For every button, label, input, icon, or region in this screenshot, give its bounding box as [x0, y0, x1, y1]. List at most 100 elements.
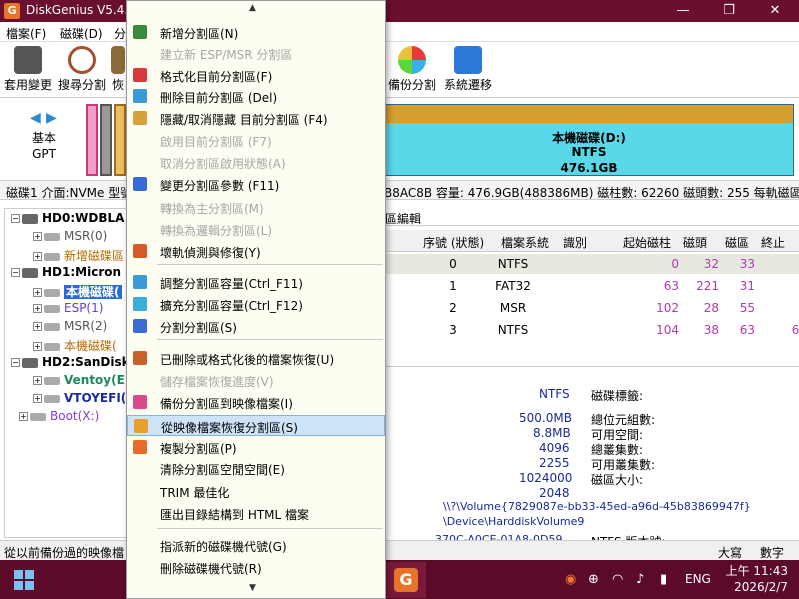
menu-item[interactable]: 擴充分割區容量(Ctrl_F12) [127, 294, 385, 315]
volume-icon[interactable]: ♪ [636, 572, 644, 587]
record-icon[interactable]: ◉ [565, 572, 576, 587]
expand-toggle-icon[interactable]: + [33, 304, 42, 313]
tree-partition-node[interactable]: + 新增磁碟區 [33, 247, 124, 264]
partition-block-main[interactable]: 本機磁碟(D:) NTFS 476.1GB [384, 104, 794, 176]
column-header[interactable]: 起始磁柱 [623, 234, 671, 251]
menu-item[interactable]: 備份分割區到映像檔案(I) [127, 392, 385, 413]
menu-item[interactable]: 變更分割區參數 (F11) [127, 174, 385, 195]
menu-item[interactable]: 建立新 ESP/MSR 分割區 [127, 43, 385, 64]
table-row[interactable]: 1 FAT32 63 221 31 [383, 276, 799, 296]
menu-item[interactable]: 轉換為主分割區(M) [127, 197, 385, 218]
tree-partition-node[interactable]: + MSR(0) [33, 229, 107, 243]
partition-name: 本機磁碟(D:) [552, 131, 626, 145]
expand-toggle-icon[interactable]: − [11, 214, 20, 223]
menu-item[interactable]: 儲存檔案恢復進度(V) [127, 370, 385, 391]
detail-fs-value: NTFS [539, 387, 570, 401]
menu-item[interactable]: TRIM 最佳化 [127, 481, 385, 502]
table-row[interactable]: 3 NTFS 104 38 63 62 [383, 320, 799, 340]
search-partition-button[interactable]: 搜尋分割 [52, 46, 112, 93]
tab-partition-edit[interactable]: 區編輯 [383, 206, 799, 226]
tree-partition-node[interactable]: + Boot(X:) [19, 409, 99, 423]
next-disk-icon[interactable]: ▶ [46, 110, 57, 126]
menu-separator [157, 264, 383, 265]
partition-block-other[interactable] [114, 104, 126, 176]
column-header[interactable]: 磁區 [725, 234, 749, 251]
menu-item[interactable]: 取消分割區啟用狀態(A) [127, 152, 385, 173]
partition-icon [44, 322, 60, 331]
menu-item[interactable]: 刪除磁碟機代號(R) [127, 557, 385, 578]
expand-toggle-icon[interactable]: + [33, 252, 42, 261]
menu-item[interactable]: 轉換為邏輯分割區(L) [127, 219, 385, 240]
expand-toggle-icon[interactable]: − [11, 358, 20, 367]
expand-toggle-icon[interactable]: + [19, 412, 28, 421]
menu-item-icon [134, 419, 148, 433]
partition-block-esp[interactable] [86, 104, 98, 176]
minimize-button[interactable]: — [660, 0, 706, 22]
search-partition-label: 搜尋分割 [57, 78, 106, 92]
menu-disk[interactable]: 磁碟(D) [60, 25, 103, 42]
start-button[interactable] [14, 570, 34, 590]
menu-item[interactable]: 指派新的磁碟機代號(G) [127, 535, 385, 556]
menu-item[interactable]: 分割分割區(S) [127, 316, 385, 337]
restore-button[interactable]: 恢 [108, 46, 128, 93]
menu-item-label: 指派新的磁碟機代號(G) [160, 540, 287, 554]
menu-file[interactable]: 檔案(F) [6, 25, 46, 42]
menu-item[interactable]: 刪除目前分割區 (Del) [127, 86, 385, 107]
menu-item[interactable]: 清除分割區空閒空間(E) [127, 458, 385, 479]
tree-partition-node[interactable]: + ESP(1) [33, 301, 103, 315]
expand-toggle-icon[interactable]: + [33, 232, 42, 241]
tree-partition-node[interactable]: + 本機磁碟( [33, 283, 122, 300]
menu-item[interactable]: 新增分割區(N) [127, 22, 385, 43]
partition-block-msr[interactable] [100, 104, 112, 176]
expand-toggle-icon[interactable]: + [33, 394, 42, 403]
tree-partition-node[interactable]: + VTOYEFI( [33, 391, 126, 405]
backup-partition-button[interactable]: 備份分割 [382, 46, 442, 93]
language-indicator[interactable]: ENG [685, 572, 711, 586]
expand-toggle-icon[interactable]: − [11, 268, 20, 277]
disk-map: ◀ ▶ 基本 GPT 本機磁碟(D:) NTFS 476.1GB [0, 98, 799, 180]
table-cell: 31 [739, 279, 755, 293]
globe-icon[interactable]: ⊕ [588, 572, 599, 587]
taskbar-diskgenius[interactable]: G [386, 562, 426, 598]
expand-toggle-icon[interactable]: + [33, 322, 42, 331]
tree-partition-node[interactable]: + MSR(2) [33, 319, 107, 333]
tree-partition-node[interactable]: + 本機磁碟( [33, 337, 117, 354]
menu-item[interactable]: 壞軌偵測與修復(Y) [127, 241, 385, 262]
column-header[interactable]: 終止 [761, 234, 785, 251]
battery-icon[interactable]: ▮ [660, 572, 667, 587]
menu-item-icon [133, 89, 147, 103]
expand-toggle-icon[interactable]: + [33, 288, 42, 297]
menu-item[interactable]: 從映像檔案恢復分割區(S) [127, 415, 385, 436]
column-header[interactable]: 序號 (狀態) [423, 234, 484, 251]
menu-item[interactable]: 隱藏/取消隱藏 目前分割區 (F4) [127, 108, 385, 129]
status-num: 數字 [760, 546, 785, 560]
menu-item[interactable]: 啟用目前分割區 (F7) [127, 130, 385, 151]
wifi-icon[interactable]: ◠ [612, 572, 623, 587]
menu-scroll-up-icon[interactable]: ▲ [249, 3, 256, 13]
menu-scroll-down-icon[interactable]: ▼ [249, 583, 256, 593]
expand-toggle-icon[interactable]: + [33, 376, 42, 385]
menu-partition[interactable]: 分 [114, 25, 126, 42]
clock[interactable]: 上午 11:43 2026/2/7 [718, 563, 788, 595]
column-header[interactable]: 檔案系統 [501, 234, 549, 251]
prev-disk-icon[interactable]: ◀ [30, 110, 41, 126]
menu-item[interactable]: 格式化目前分割區(F) [127, 65, 385, 86]
table-cell: 3 [449, 323, 457, 337]
tree-disk-node[interactable]: − HD2:SanDisk [11, 355, 127, 369]
table-row[interactable]: 0 NTFS 0 32 33 [383, 254, 799, 274]
tree-disk-node[interactable]: − HD1:Micron [11, 265, 121, 279]
tree-partition-node[interactable]: + Ventoy(E [33, 373, 125, 387]
expand-toggle-icon[interactable]: + [33, 342, 42, 351]
maximize-button[interactable]: ❐ [706, 0, 752, 22]
menu-item[interactable]: 複製分割區(P) [127, 437, 385, 458]
column-header[interactable]: 識別 [563, 234, 587, 251]
menu-item[interactable]: 匯出目錄結構到 HTML 檔案 [127, 503, 385, 524]
menu-item[interactable]: 調整分割區容量(Ctrl_F11) [127, 272, 385, 293]
system-migrate-button[interactable]: 系統遷移 [438, 46, 498, 93]
column-header[interactable]: 磁頭 [683, 234, 707, 251]
table-row[interactable]: 2 MSR 102 28 55 [383, 298, 799, 318]
tree-disk-node[interactable]: − HD0:WDBLA [11, 211, 124, 225]
apply-changes-button[interactable]: 套用變更 [0, 46, 58, 93]
close-button[interactable]: ✕ [752, 0, 798, 22]
menu-item[interactable]: 已刪除或格式化後的檔案恢復(U) [127, 348, 385, 369]
